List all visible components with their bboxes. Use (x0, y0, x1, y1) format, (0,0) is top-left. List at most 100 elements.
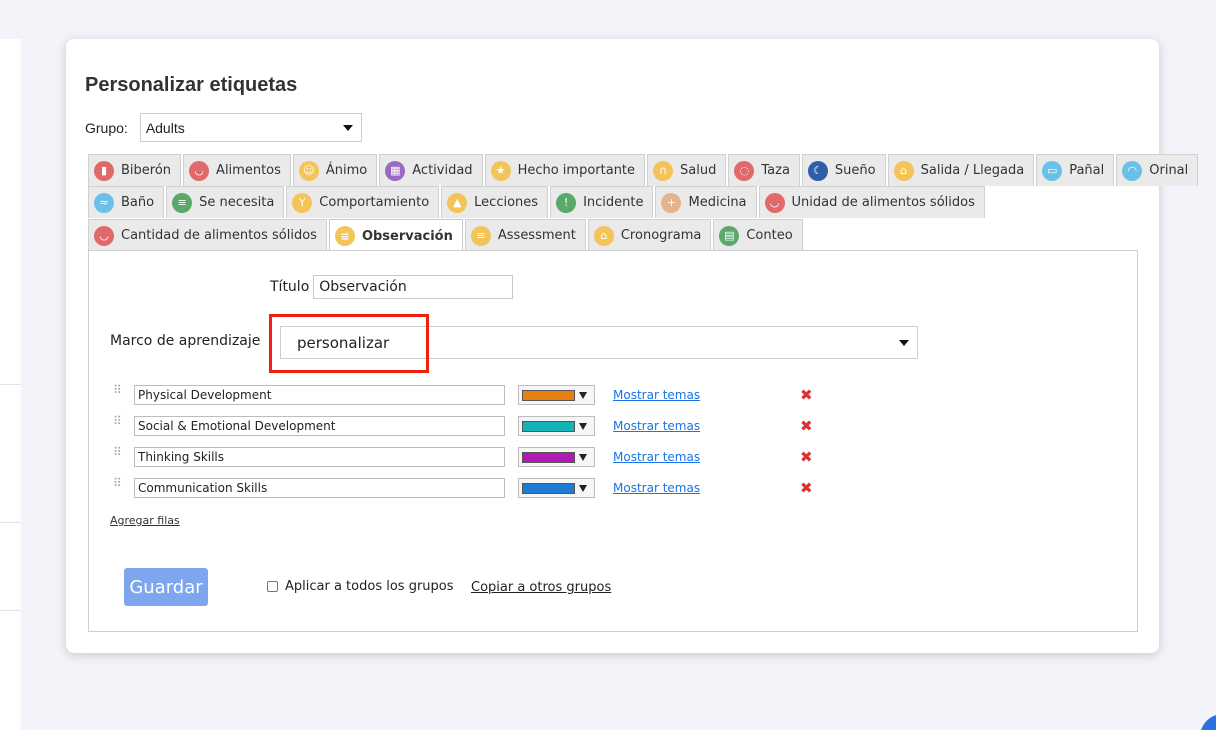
chevron-down-icon (899, 339, 909, 346)
list-icon: ≡ (172, 192, 193, 213)
star-icon: ★ (490, 160, 511, 181)
chevron-down-icon (579, 484, 587, 492)
medicine-icon: + (661, 192, 682, 213)
drag-handle-icon[interactable]: ⠿ (113, 477, 123, 494)
tab-alimentos[interactable]: ◡ Alimentos (183, 154, 291, 186)
tab-unidad-de-alimentos-sólidos[interactable]: ◡ Unidad de alimentos sólidos (758, 186, 985, 218)
tab-label: Sueño (834, 163, 876, 178)
tab-label: Lecciones (474, 195, 539, 210)
tab-hecho-importante[interactable]: ★ Hecho importante (484, 154, 646, 186)
trophy-icon: Y (292, 192, 313, 213)
tab-label: Comportamiento (319, 195, 430, 210)
color-picker[interactable] (518, 447, 595, 467)
domain-row: ⠿ Communication Skills Mostrar temas ✖ (113, 477, 813, 508)
title-label: Título (270, 279, 310, 295)
tab-sueño[interactable]: ☾ Sueño (801, 154, 886, 186)
drag-handle-icon[interactable]: ⠿ (113, 446, 123, 463)
tab-incidente[interactable]: ! Incidente (550, 186, 654, 218)
bowl-icon: ◡ (189, 160, 210, 181)
delete-icon[interactable]: ✖ (800, 479, 813, 497)
color-swatch (522, 451, 575, 463)
domain-list: ⠿ Physical Development Mostrar temas ✖ ⠿ Soci… (113, 384, 813, 508)
tab-ánimo[interactable]: ☺ Ánimo (292, 154, 378, 186)
save-button[interactable]: Guardar (124, 568, 208, 606)
show-topics-link[interactable]: Mostrar temas (613, 450, 700, 464)
bowl-icon: ◡ (94, 225, 114, 246)
mood-icon: ☺ (298, 160, 319, 181)
sidebar-divider (0, 522, 21, 523)
note-icon: ≡ (334, 226, 355, 246)
note-icon: ≡ (470, 225, 491, 246)
bottle-icon: ▮ (94, 160, 114, 181)
tab-conteo[interactable]: ▤ Conteo (713, 219, 803, 251)
group-select[interactable]: Adults (139, 113, 362, 142)
tab-label: Actividad (412, 163, 473, 178)
group-select-value: Adults (145, 119, 185, 136)
drag-handle-icon[interactable]: ⠿ (113, 384, 123, 401)
tab-label: Biberón (121, 163, 172, 178)
sidebar-divider (0, 610, 21, 611)
tab-label: Incidente (583, 195, 644, 210)
tab-medicina[interactable]: + Medicina (655, 186, 757, 218)
bowl-icon: ◡ (764, 192, 785, 213)
delete-icon[interactable]: ✖ (800, 448, 813, 466)
delete-icon[interactable]: ✖ (800, 417, 813, 435)
warning-icon: ! (556, 192, 577, 213)
potty-icon: ◠ (1122, 160, 1143, 181)
tab-actividad[interactable]: ▦ Actividad (379, 154, 483, 186)
tab-label: Salida / Llegada (920, 163, 1025, 178)
tab-cronograma[interactable]: ⌂ Cronograma (587, 219, 712, 251)
tab-taza[interactable]: ◌ Taza (728, 154, 800, 186)
tab-se-necesita[interactable]: ≡ Se necesita (166, 186, 285, 218)
diaper-icon: ▭ (1042, 160, 1063, 181)
chevron-down-icon (579, 391, 587, 399)
drag-handle-icon[interactable]: ⠿ (113, 415, 123, 432)
show-topics-link[interactable]: Mostrar temas (613, 419, 700, 433)
tab-biberón[interactable]: ▮ Biberón (88, 154, 182, 186)
highlight-annotation (269, 314, 429, 373)
tab-baño[interactable]: ≈ Baño (88, 186, 165, 218)
tab-label: Orinal (1149, 163, 1189, 178)
color-picker[interactable] (518, 416, 595, 436)
tab-label: Cantidad de alimentos sólidos (121, 228, 317, 243)
copy-to-groups-link[interactable]: Copiar a otros grupos (471, 580, 611, 595)
color-swatch (522, 420, 575, 432)
title-input[interactable]: Observación (313, 275, 514, 299)
apply-all-label: Aplicar a todos los grupos (285, 579, 454, 594)
domain-name-input[interactable]: Communication Skills (134, 478, 505, 498)
tab-comportamiento[interactable]: Y Comportamiento (286, 186, 440, 218)
tab-cantidad-de-alimentos-sólidos[interactable]: ◡ Cantidad de alimentos sólidos (88, 219, 327, 251)
tab-label: Cronograma (620, 228, 702, 243)
apply-all-checkbox[interactable] (267, 581, 278, 592)
chevron-down-icon (579, 422, 587, 430)
tab-salud[interactable]: ∩ Salud (647, 154, 727, 186)
domain-row: ⠿ Social & Emotional Development Mostrar t… (113, 415, 813, 446)
domain-row: ⠿ Thinking Skills Mostrar temas ✖ (113, 446, 813, 477)
left-sidebar-strip (0, 39, 21, 730)
domain-name-input[interactable]: Physical Development (134, 385, 505, 405)
tab-label: Alimentos (216, 163, 281, 178)
color-swatch (522, 482, 575, 494)
chevron-down-icon (579, 453, 587, 461)
tab-assessment[interactable]: ≡ Assessment (464, 219, 586, 251)
customize-labels-card: Personalizar etiquetas Grupo: Adults ▮ Bi… (66, 39, 1199, 653)
tab-salida-llegada[interactable]: ⌂ Salida / Llegada (887, 154, 1035, 186)
blocks-icon: ▦ (385, 160, 406, 181)
framework-label: Marco de aprendizaje (110, 333, 261, 349)
add-rows-link[interactable]: Agregar filas (110, 514, 180, 527)
tab-orinal[interactable]: ◠ Orinal (1116, 154, 1199, 186)
tab-lecciones[interactable]: ▲ Lecciones (441, 186, 549, 218)
title-row: Título Observación (270, 275, 514, 299)
show-topics-link[interactable]: Mostrar temas (613, 388, 700, 402)
domain-name-input[interactable]: Thinking Skills (134, 447, 505, 467)
delete-icon[interactable]: ✖ (800, 386, 813, 404)
domain-name-input[interactable]: Social & Emotional Development (134, 416, 505, 436)
color-picker[interactable] (518, 478, 595, 498)
show-topics-link[interactable]: Mostrar temas (613, 481, 700, 495)
tab-label: Observación (361, 228, 453, 244)
tab-observación[interactable]: ≡ Observación (328, 219, 463, 252)
bath-icon: ≈ (94, 192, 114, 213)
help-chat-button[interactable] (1200, 714, 1216, 730)
tab-pañal[interactable]: ▭ Pañal (1036, 154, 1115, 186)
color-picker[interactable] (518, 385, 595, 405)
